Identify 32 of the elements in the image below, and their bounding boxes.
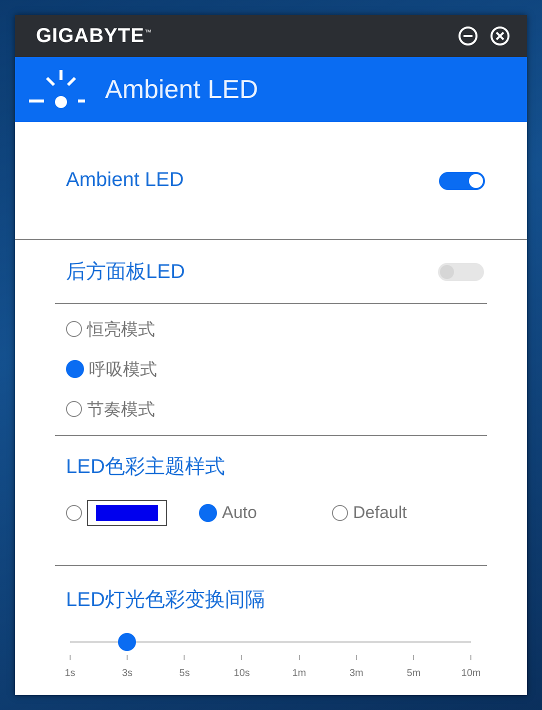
section-title: LED色彩主题样式 — [66, 456, 225, 478]
radio-label[interactable]: 恒亮模式 — [87, 318, 155, 340]
radio-button[interactable] — [66, 321, 82, 337]
tick-label: 5s — [179, 668, 190, 679]
radio-label[interactable]: Default — [353, 503, 407, 523]
radio-button[interactable] — [332, 505, 348, 521]
toggle-switch[interactable] — [439, 172, 485, 190]
tick-label: 10m — [461, 668, 481, 679]
radio-label[interactable]: 节奏模式 — [87, 398, 155, 420]
section-title: LED灯光色彩变换间隔 — [66, 589, 265, 611]
radio-button[interactable] — [199, 504, 217, 522]
header-title: Ambient LED — [105, 74, 258, 105]
close-icon[interactable] — [490, 26, 510, 46]
radio-label[interactable]: Auto — [222, 503, 257, 523]
section-title: 后方面板LED — [66, 260, 185, 285]
tick-label: 3s — [122, 668, 133, 679]
radio-label[interactable]: 呼吸模式 — [89, 358, 157, 380]
tick-label: 1m — [292, 668, 306, 679]
radio-button[interactable] — [66, 401, 82, 417]
radio-button[interactable] — [66, 360, 84, 378]
tick-label: 10s — [234, 668, 250, 679]
color-swatch[interactable] — [87, 500, 167, 526]
minimize-icon[interactable] — [458, 26, 478, 46]
tick-label: 3m — [349, 668, 364, 679]
tick-label: 1s — [64, 668, 76, 679]
section-title: Ambient LED — [66, 169, 184, 192]
slider-thumb[interactable] — [118, 633, 136, 651]
toggle-switch[interactable] — [438, 262, 484, 280]
brand-logo: GIGABYTE$^{™}$ — [36, 24, 152, 48]
radio-button[interactable] — [66, 505, 82, 521]
tick-label: 5m — [406, 668, 421, 679]
slider-track[interactable] — [70, 633, 471, 651]
